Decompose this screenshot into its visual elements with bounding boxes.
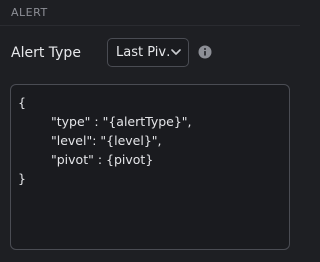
alert-type-selected-value: Last Piv… bbox=[116, 45, 170, 60]
alert-type-select[interactable]: Last Piv… bbox=[107, 38, 189, 67]
alert-panel: ALERT Alert Type Last Piv… { "type" : "{… bbox=[0, 0, 300, 262]
editor-line: } bbox=[18, 171, 26, 186]
editor-line: "level": "{level}", bbox=[51, 133, 162, 148]
chevron-down-icon bbox=[170, 47, 182, 59]
editor-line: "pivot" : {pivot} bbox=[51, 152, 154, 167]
alert-type-label: Alert Type bbox=[11, 45, 81, 61]
info-circle-icon[interactable] bbox=[198, 45, 212, 59]
editor-line: { bbox=[18, 95, 26, 110]
section-title: ALERT bbox=[11, 6, 48, 19]
section-divider bbox=[0, 25, 300, 26]
template-editor[interactable]: { "type" : "{alertType}", "level": "{lev… bbox=[10, 84, 290, 250]
editor-line: "type" : "{alertType}", bbox=[51, 114, 192, 129]
